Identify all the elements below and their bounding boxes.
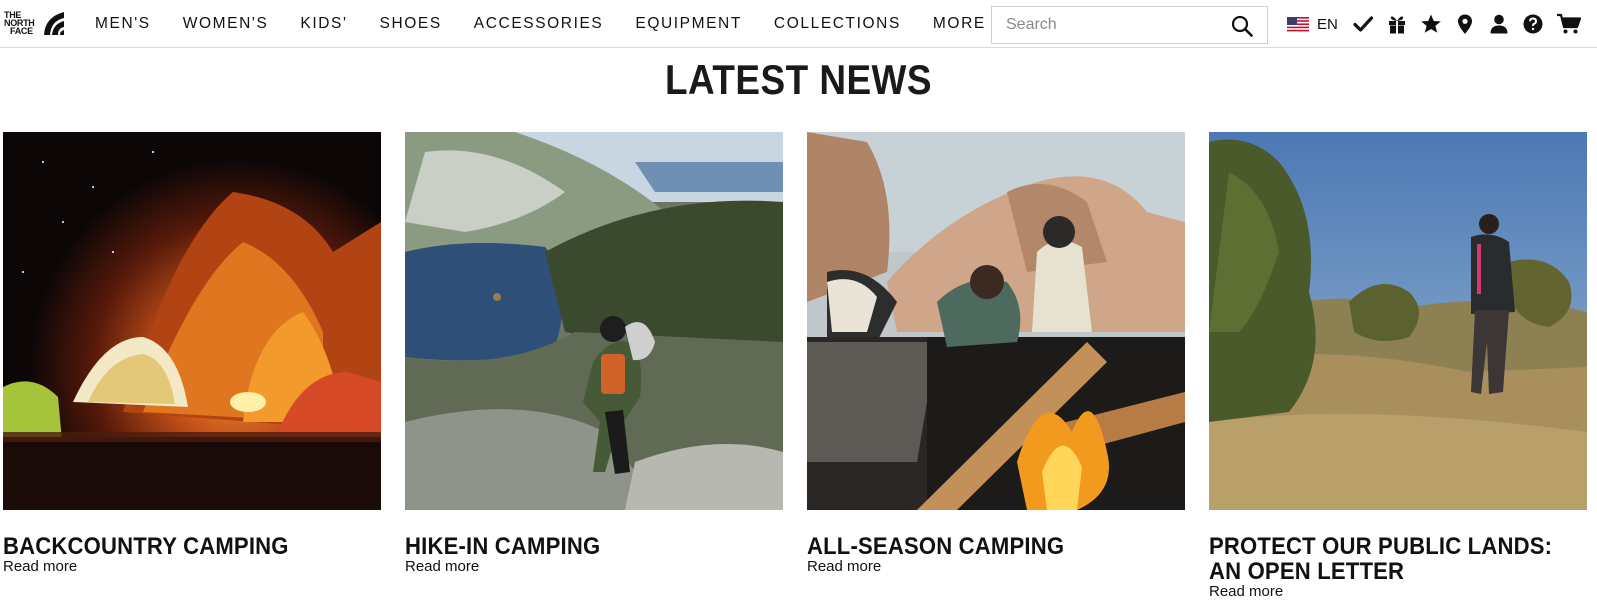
news-card: PROTECT OUR PUBLIC LANDS: AN OPEN LETTER…: [1209, 132, 1587, 600]
language-selector[interactable]: EN: [1317, 16, 1338, 33]
nav-item-more[interactable]: MORE: [933, 15, 986, 33]
us-flag-icon[interactable]: [1287, 16, 1309, 32]
logo-wordmark: THE NORTH FACE: [4, 11, 44, 36]
logo-line-3: FACE: [10, 26, 33, 36]
search-input[interactable]: [992, 7, 1222, 43]
nav-item-collections[interactable]: COLLECTIONS: [774, 15, 901, 33]
nav-item-womens[interactable]: WOMEN'S: [183, 15, 269, 33]
nav-item-accessories[interactable]: ACCESSORIES: [474, 15, 604, 33]
nav-item-equipment[interactable]: EQUIPMENT: [635, 15, 742, 33]
news-card: HIKE-IN CAMPING Read more: [405, 132, 783, 575]
checkmark-icon[interactable]: [1352, 13, 1374, 35]
read-more-link[interactable]: Read more: [807, 559, 1185, 575]
star-icon[interactable]: [1420, 13, 1442, 35]
read-more-link[interactable]: Read more: [405, 559, 783, 575]
article-image[interactable]: [807, 132, 1185, 510]
nav-item-mens[interactable]: MEN'S: [95, 15, 151, 33]
cart-icon[interactable]: [1556, 13, 1582, 35]
news-card: ALL-SEASON CAMPING Read more: [807, 132, 1185, 575]
news-card: BACKCOUNTRY CAMPING Read more: [3, 132, 381, 575]
utility-bar: EN: [1287, 0, 1582, 48]
help-icon[interactable]: [1522, 13, 1544, 35]
nav-item-kids[interactable]: KIDS': [300, 15, 347, 33]
location-pin-icon[interactable]: [1454, 13, 1476, 35]
half-dome-logo-icon: [44, 12, 64, 35]
read-more-link[interactable]: Read more: [3, 559, 381, 575]
brand-logo[interactable]: THE NORTH FACE: [4, 7, 66, 39]
search-box: [991, 6, 1268, 44]
main-nav: MEN'S WOMEN'S KIDS' SHOES ACCESSORIES EQ…: [95, 0, 1018, 48]
article-image[interactable]: [1209, 132, 1587, 510]
search-icon[interactable]: [1231, 15, 1253, 37]
section-title: LATEST NEWS: [665, 56, 932, 103]
user-icon[interactable]: [1488, 13, 1510, 35]
news-grid: BACKCOUNTRY CAMPING Read more HIKE-IN CA…: [3, 132, 1597, 608]
nav-item-shoes[interactable]: SHOES: [380, 15, 442, 33]
read-more-link[interactable]: Read more: [1209, 584, 1587, 600]
article-title[interactable]: ALL-SEASON CAMPING: [807, 534, 1152, 559]
article-image[interactable]: [405, 132, 783, 510]
article-image[interactable]: [3, 132, 381, 510]
site-header: THE NORTH FACE MEN'S WOMEN'S KIDS' SHOES…: [0, 0, 1597, 48]
gift-icon[interactable]: [1386, 13, 1408, 35]
article-title[interactable]: PROTECT OUR PUBLIC LANDS: AN OPEN LETTER: [1209, 534, 1554, 584]
article-title[interactable]: BACKCOUNTRY CAMPING: [3, 534, 348, 559]
article-title[interactable]: HIKE-IN CAMPING: [405, 534, 750, 559]
